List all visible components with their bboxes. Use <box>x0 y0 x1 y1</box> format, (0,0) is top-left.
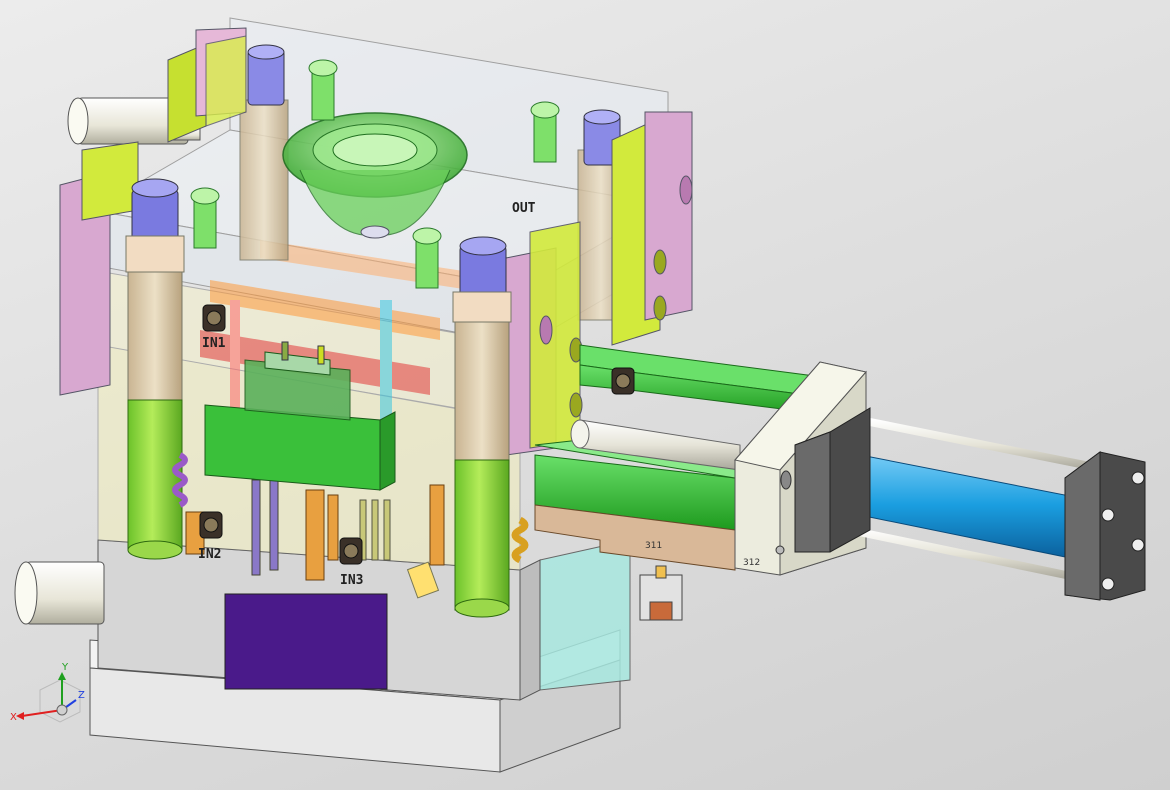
connector-in2[interactable] <box>199 511 223 539</box>
plate-tag-311: 311 <box>645 541 662 551</box>
cooling-fitting-1[interactable] <box>308 59 338 121</box>
callout-in3: IN3 <box>340 573 363 588</box>
guide-pillar-front-right[interactable] <box>452 236 512 618</box>
triad-z-label: Z <box>78 690 85 701</box>
limit-switch[interactable] <box>639 565 683 621</box>
connector-in1[interactable] <box>202 304 226 332</box>
triad-x-label: X <box>10 712 17 723</box>
mold-nameplate <box>224 593 388 690</box>
cylinder-flange-rear[interactable] <box>1064 451 1146 601</box>
connector-in3[interactable] <box>339 537 363 565</box>
callout-out: OUT <box>512 201 536 216</box>
cooling-fitting-2[interactable] <box>530 101 560 163</box>
cooling-fitting-4[interactable] <box>412 227 442 289</box>
connector-out[interactable] <box>611 367 635 395</box>
guide-pillar-front-left[interactable] <box>125 178 185 560</box>
plate-tag-312: 312 <box>743 558 760 568</box>
triad-x-axis <box>21 709 63 717</box>
triad-y-label: Y <box>61 662 69 673</box>
side-block-right-front[interactable] <box>505 221 583 456</box>
graphics-viewport[interactable]: IN1 IN2 IN3 OUT 311 312 Y X Z <box>0 0 1170 790</box>
side-block-right-rear[interactable] <box>611 111 693 346</box>
callout-in2: IN2 <box>198 547 221 562</box>
left-nozzle-bottom[interactable] <box>14 561 105 625</box>
mold-assembly-model[interactable]: IN1 IN2 IN3 OUT 311 312 Y X Z <box>0 0 1170 790</box>
callout-in1: IN1 <box>202 336 226 351</box>
view-triad[interactable]: Y X Z <box>10 662 85 723</box>
cooling-fitting-3[interactable] <box>190 187 220 249</box>
